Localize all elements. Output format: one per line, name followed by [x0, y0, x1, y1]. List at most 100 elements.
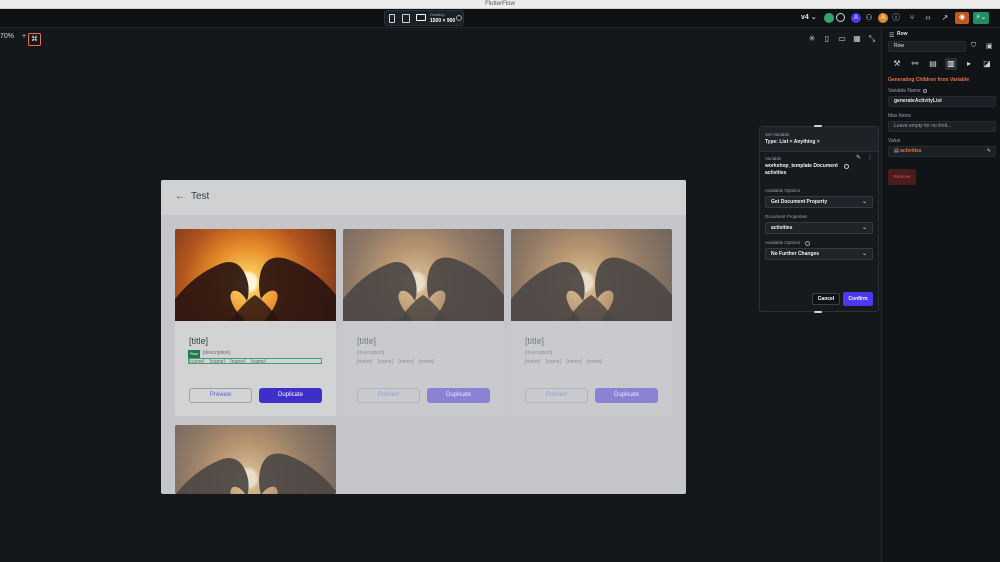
preview-eye-icon[interactable]: ◉ [955, 12, 969, 24]
collaborator-avatar[interactable] [824, 13, 834, 23]
run-lightning-button[interactable]: ⚡⌄ [973, 12, 989, 24]
heart-hands-image [511, 257, 672, 321]
tablet-preview-icon[interactable]: ▭ [836, 33, 848, 45]
actions-tab-icon[interactable]: ⚯ [909, 58, 921, 70]
expand-icon[interactable]: ⤡ [866, 33, 878, 45]
chevron-down-icon: ⌄ [861, 251, 867, 257]
card-image [175, 229, 336, 321]
preview-button[interactable]: Preview [357, 388, 420, 403]
heart-hands-image [343, 257, 504, 321]
back-arrow-icon[interactable]: ← [175, 191, 185, 202]
document-properties-select[interactable]: activities ⌄ [765, 222, 873, 234]
card-image [175, 425, 336, 494]
variable-field[interactable]: activities [765, 170, 786, 176]
tablet-icon[interactable] [402, 14, 410, 23]
info-icon[interactable] [456, 15, 462, 21]
phone-icon[interactable] [389, 14, 395, 23]
zoom-in-icon[interactable]: + [22, 33, 26, 40]
card-image [511, 229, 672, 321]
template-card[interactable] [175, 425, 336, 494]
document-properties-label: Document Properties [765, 214, 808, 219]
card-tags: [name] [name] [name] [name] [357, 359, 435, 365]
max-items-field[interactable]: Leave empty for no limit... [888, 121, 996, 132]
value-text: activities [900, 148, 922, 154]
heart-hands-image [175, 257, 336, 321]
animation-tab-icon[interactable]: ▸ [963, 58, 975, 70]
user-avatar-a-orange[interactable]: A [878, 13, 888, 23]
preview-button[interactable]: Preview [525, 388, 588, 403]
duplicate-button[interactable]: Duplicate [595, 388, 658, 403]
duplicate-button[interactable]: Duplicate [427, 388, 490, 403]
window-title: FlutterFlow [485, 1, 515, 7]
type-label: Type: List < Anything > [765, 139, 820, 145]
card-tags: [name] [name] [name] [name] [189, 359, 267, 365]
backend-query-tab-icon[interactable]: ▤ [927, 58, 939, 70]
set-variable-popup: Set Variable Type: List < Anything > Var… [759, 126, 879, 312]
component-tab-icon[interactable]: ◪ [981, 58, 993, 70]
available-options-2-value: No Further Changes [771, 251, 820, 257]
variable-name-field[interactable]: generateActivityList [888, 96, 996, 107]
desktop-icon[interactable] [416, 14, 426, 21]
preview-button[interactable]: Preview [189, 388, 252, 403]
template-card[interactable]: [title] [description] [name] [name] [nam… [343, 229, 504, 416]
confirm-button[interactable]: Confirm [843, 292, 873, 306]
chat-icon[interactable] [836, 13, 845, 22]
duplicate-button[interactable]: Duplicate [259, 388, 322, 403]
value-label: Value [888, 138, 901, 144]
code-icon[interactable]: ‹› [922, 12, 934, 24]
users-icon[interactable]: ⚇ [863, 12, 875, 24]
value-field[interactable]: ▤ activities ✎ [888, 146, 996, 157]
canvas-page-frame[interactable]: ← Test [title] Row [description] [name] … [161, 180, 686, 494]
phone-preview-icon[interactable]: ▯ [821, 33, 833, 45]
popup-header: Set Variable Type: List < Anything > [760, 127, 878, 152]
widget-name-field[interactable]: Row [888, 41, 966, 52]
branch-icon[interactable]: ⑂ [906, 12, 918, 24]
info-icon [844, 164, 849, 169]
window-title-bar: FlutterFlow [0, 0, 1000, 9]
version-label: v4 [801, 14, 809, 21]
generate-children-tab-icon[interactable]: ▥ [945, 58, 957, 70]
zoom-level[interactable]: 70% [0, 33, 14, 40]
shield-icon[interactable]: ⛉ [971, 42, 976, 50]
available-options-value: Get Document Property [771, 199, 828, 205]
template-card[interactable]: [title] Row [description] [name] [name] … [175, 229, 336, 416]
popup-bottom-handle [814, 311, 822, 313]
canvas-tool-icon[interactable]: ⌘ [28, 33, 41, 46]
edit-icon[interactable]: ✎ [856, 154, 861, 161]
cancel-button[interactable]: Cancel [812, 293, 840, 305]
chevron-down-icon: ⌄ [861, 225, 867, 231]
sparkle-icon[interactable]: ✳ [806, 33, 818, 45]
max-items-label: Max Items [888, 113, 912, 119]
page-title: Test [191, 191, 210, 202]
available-options-select[interactable]: Get Document Property ⌄ [765, 196, 873, 208]
remove-button[interactable]: Remove [888, 169, 916, 185]
card-description: [description] [357, 350, 384, 356]
device-selector[interactable]: Desktop 1500 × 900 [384, 10, 464, 26]
card-image [343, 229, 504, 321]
card-description: [description] [203, 350, 230, 356]
section-title: Generating Children from Variable [888, 77, 970, 83]
card-title: [title] [357, 336, 377, 346]
card-tags: [name] [name] [name] [name] [525, 359, 603, 365]
variable-label: Variable [765, 156, 782, 161]
variable-source[interactable]: workshop_template Document [765, 163, 838, 169]
open-external-icon[interactable]: ↗ [939, 12, 951, 24]
help-icon[interactable]: ⓘ [890, 12, 902, 24]
variable-name-label: Variable Name [888, 88, 921, 94]
properties-panel: ☰ Row Row ⛉ ▣ ⚒ ⚯ ▤ ▥ ▸ ◪ Generating Chi… [881, 28, 1000, 562]
card-title: [title] [525, 336, 545, 346]
panel-layout-icon[interactable]: ▣ [986, 42, 993, 50]
edit-icon[interactable]: ✎ [987, 147, 991, 156]
available-options-2-label: Available Options [765, 240, 800, 245]
heart-hands-image [175, 453, 336, 494]
available-options-2-select[interactable]: No Further Changes ⌄ [765, 248, 873, 260]
more-icon[interactable]: ⋮ [867, 154, 873, 161]
row-widget-icon: ☰ [889, 33, 895, 39]
chevron-down-icon: ⌄ [861, 199, 867, 205]
device-preview-icon[interactable]: ▦ [851, 33, 863, 45]
version-select[interactable]: v4 ⌄ [801, 13, 817, 21]
template-card[interactable]: [title] [description] [name] [name] [nam… [511, 229, 672, 416]
properties-tab-icon[interactable]: ⚒ [891, 58, 903, 70]
user-avatar-a[interactable]: A [851, 13, 861, 23]
available-options-label: Available Options [765, 188, 800, 193]
